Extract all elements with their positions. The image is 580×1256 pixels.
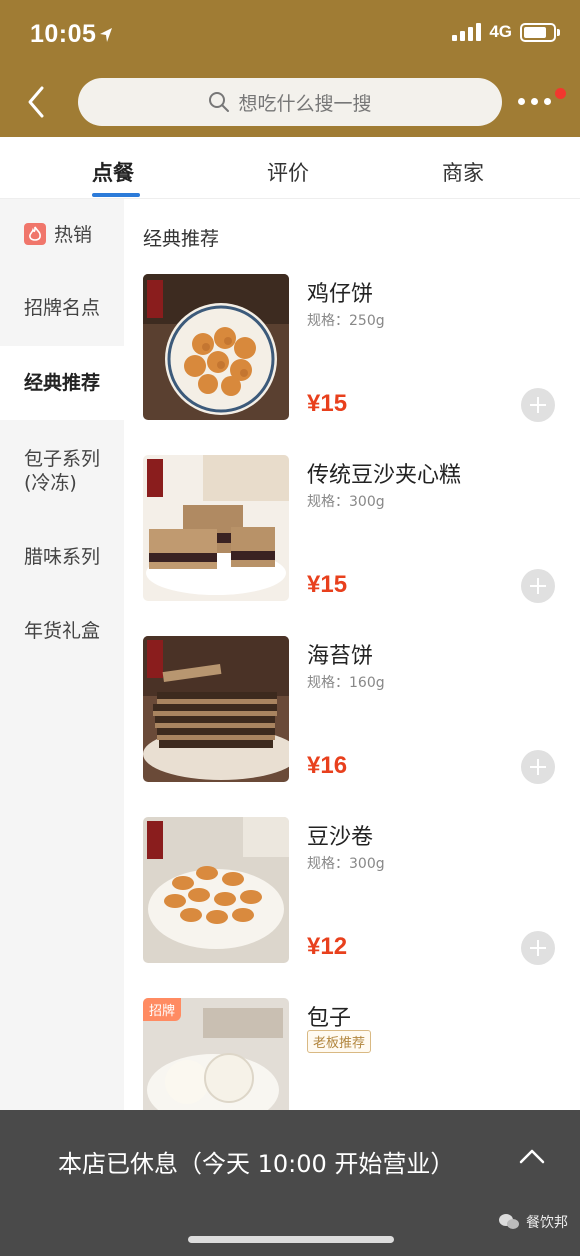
product-name: 豆沙卷: [307, 825, 374, 850]
sidebar-item-label: 包子系列: [24, 448, 101, 470]
product-price: ¥15: [307, 390, 348, 417]
search-placeholder: 想吃什么搜一搜: [238, 92, 372, 115]
battery-icon: [520, 22, 560, 42]
more-icon: [518, 98, 525, 105]
product-card[interactable]: 传统豆沙夹心糕 规格：300g ¥15: [143, 455, 563, 605]
product-spec: 规格：250g: [307, 313, 385, 329]
sidebar-item-giftbox[interactable]: 年货礼盒: [0, 619, 124, 643]
product-spec: 规格：300g: [307, 494, 385, 510]
tab-reviews[interactable]: 评价: [267, 157, 309, 187]
sidebar-item-classic[interactable]: 经典推荐: [0, 346, 124, 420]
signature-tag: 招牌: [143, 998, 182, 1021]
location-arrow-icon: [100, 28, 112, 42]
tab-bar: 点餐 评价 商家: [0, 137, 580, 199]
add-to-cart-button[interactable]: [521, 750, 555, 784]
sidebar-item-label: 热销: [54, 224, 93, 246]
watermark: 餐饮邦: [498, 1212, 568, 1232]
store-closed-bar[interactable]: 本店已休息（今天 10:00 开始营业） 餐饮邦: [0, 1110, 580, 1256]
product-name: 鸡仔饼: [307, 282, 374, 307]
sidebar-item-hot[interactable]: 热销: [0, 222, 124, 247]
store-closed-text: 本店已休息（今天 10:00 开始营业）: [58, 1150, 455, 1178]
sidebar-item-sublabel: (冷冻): [24, 472, 77, 494]
section-title: 经典推荐: [143, 228, 220, 250]
product-price: ¥15: [307, 571, 348, 598]
watermark-text: 餐饮邦: [526, 1215, 568, 1231]
back-button[interactable]: [18, 80, 58, 124]
sidebar-item-signature[interactable]: 招牌名点: [0, 296, 124, 320]
product-name: 传统豆沙夹心糕: [307, 463, 462, 488]
search-icon: [209, 92, 230, 112]
category-sidebar: 热销 招牌名点 经典推荐 包子系列 (冷冻) 腊味系列 年货礼盒: [0, 199, 124, 1256]
status-indicators: 4G: [452, 22, 560, 42]
product-image: [143, 636, 289, 782]
product-card[interactable]: 豆沙卷 规格：300g ¥12: [143, 817, 563, 967]
product-image: 招牌: [143, 998, 289, 1110]
active-tab-indicator: [92, 193, 140, 197]
chevron-up-icon[interactable]: [518, 1146, 546, 1166]
product-image: [143, 817, 289, 963]
network-type: 4G: [489, 22, 512, 41]
sidebar-item-cured[interactable]: 腊味系列: [0, 545, 124, 569]
add-to-cart-button[interactable]: [521, 388, 555, 422]
app-header: 10:05 4G 想吃什么搜一搜: [0, 0, 580, 137]
product-image: [143, 274, 289, 420]
flame-icon: [24, 222, 46, 245]
status-time: 10:05: [30, 20, 97, 48]
product-name: 海苔饼: [307, 644, 374, 669]
tab-merchant[interactable]: 商家: [442, 157, 484, 187]
chevron-left-icon: [28, 86, 44, 118]
wechat-icon: [499, 1214, 519, 1229]
sidebar-item-buns[interactable]: 包子系列 (冷冻): [0, 447, 124, 495]
more-button[interactable]: [518, 86, 566, 116]
signal-icon: [452, 23, 482, 41]
product-price: ¥16: [307, 752, 348, 779]
product-price: ¥12: [307, 933, 348, 960]
add-to-cart-button[interactable]: [521, 931, 555, 965]
product-spec: 规格：160g: [307, 675, 385, 691]
product-card[interactable]: 海苔饼 规格：160g ¥16: [143, 636, 563, 786]
notification-dot: [555, 88, 566, 99]
product-name: 包子: [307, 1006, 352, 1031]
search-input[interactable]: 想吃什么搜一搜: [78, 78, 502, 126]
product-card[interactable]: 招牌 包子 老板推荐: [143, 998, 563, 1110]
product-spec: 规格：300g: [307, 856, 385, 872]
product-image: [143, 455, 289, 601]
tab-order[interactable]: 点餐: [92, 157, 134, 187]
product-card[interactable]: 鸡仔饼 规格：250g ¥15: [143, 274, 563, 424]
home-indicator: [188, 1236, 394, 1243]
recommend-badge: 老板推荐: [307, 1030, 372, 1053]
add-to-cart-button[interactable]: [521, 569, 555, 603]
